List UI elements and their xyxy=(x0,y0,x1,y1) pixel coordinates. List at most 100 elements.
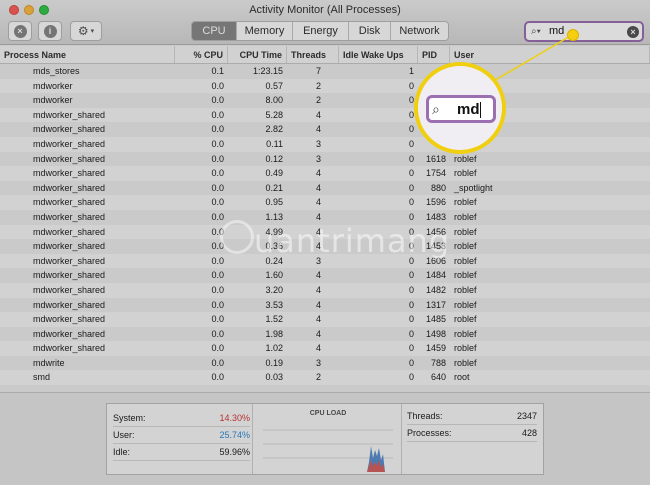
cell-idle-wake-ups: 0 xyxy=(408,182,414,193)
stat-threads-value: 2347 xyxy=(516,411,537,421)
cell-cpu-time: 5.28 xyxy=(265,109,283,120)
cell-cpu: 0.0 xyxy=(211,182,224,193)
callout-dot xyxy=(567,29,579,41)
cell-user: roblef xyxy=(454,270,477,281)
inspect-process-button[interactable]: i xyxy=(38,21,62,41)
cell-threads: 4 xyxy=(315,211,321,222)
cell-cpu: 0.0 xyxy=(211,109,224,120)
table-row[interactable]: mdworker_shared 0.0 1.13 4 0 1483 roblef xyxy=(0,209,650,225)
search-input[interactable]: md xyxy=(549,25,564,37)
thread-process-counts: Threads: 2347 Processes: 428 xyxy=(407,408,537,442)
cell-threads: 2 xyxy=(315,372,321,383)
cell-cpu-time: 2.82 xyxy=(265,124,283,135)
cell-user: _spotlight xyxy=(454,182,493,193)
cell-idle-wake-ups: 0 xyxy=(408,328,414,339)
table-row[interactable]: mdworker 0.0 8.00 2 0 xyxy=(0,93,650,108)
cell-cpu-time: 1:23.15 xyxy=(252,66,283,76)
cell-pid: 880 xyxy=(430,182,446,193)
table-row[interactable]: mdworker_shared 0.0 4.99 4 0 1456 roblef xyxy=(0,224,650,240)
column-header-process-name[interactable]: Process Name xyxy=(0,46,175,63)
table-row[interactable]: mdworker_shared 0.0 0.95 4 0 1596 roblef xyxy=(0,195,650,210)
cell-threads: 4 xyxy=(315,314,321,325)
cell-idle-wake-ups: 0 xyxy=(408,343,414,354)
process-table: Process Name % CPU CPU Time Threads Idle… xyxy=(0,46,650,386)
cell-user: roblef xyxy=(454,153,477,164)
cell-user: roblef xyxy=(454,357,477,368)
cell-user: roblef xyxy=(454,211,477,222)
table-row[interactable]: mdworker_shared 0.0 0.49 4 0 1754 roblef xyxy=(0,166,650,181)
cell-cpu-time: 0.03 xyxy=(265,372,283,383)
table-row[interactable]: mdworker_shared 0.0 0.36 4 0 1453 roblef xyxy=(0,239,650,254)
cell-cpu-time: 1.02 xyxy=(265,343,283,354)
table-body: mds_stores 0.1 1:23.15 7 1 mdworker 0.0 0.57 2 0 m… xyxy=(0,64,650,386)
cell-cpu-time: 0.19 xyxy=(265,357,283,368)
magnified-search-text: md xyxy=(457,101,480,118)
table-row[interactable]: mdworker_shared 0.0 5.28 4 0 xyxy=(0,107,650,123)
cell-idle-wake-ups: 0 xyxy=(408,299,414,310)
column-header-cpu[interactable]: % CPU xyxy=(175,46,228,63)
cell-process-name: mdwrite xyxy=(33,357,65,368)
table-row[interactable]: mdworker_shared 0.0 0.12 3 0 1618 roblef xyxy=(0,151,650,167)
cell-process-name: mdworker_shared xyxy=(33,314,106,325)
cell-process-name: mdworker_shared xyxy=(33,197,106,208)
stat-threads-label: Threads: xyxy=(407,411,443,421)
cell-user: roblef xyxy=(454,299,477,310)
column-header-cpu-time[interactable]: CPU Time xyxy=(228,46,287,63)
cell-pid: 1483 xyxy=(425,211,446,222)
cell-idle-wake-ups: 0 xyxy=(408,124,414,135)
cell-threads: 3 xyxy=(315,357,321,368)
clear-search-icon[interactable]: × xyxy=(627,26,639,38)
table-row[interactable]: mdworker_shared 0.0 1.60 4 0 1484 roblef xyxy=(0,268,650,283)
tab-memory[interactable]: Memory xyxy=(237,22,293,40)
action-menu-button[interactable]: ⚙ ▾ xyxy=(70,21,102,41)
cell-cpu: 0.0 xyxy=(211,372,224,383)
tab-network[interactable]: Network xyxy=(391,22,448,40)
cell-idle-wake-ups: 0 xyxy=(408,109,414,120)
table-row[interactable]: mdworker_shared 0.0 1.98 4 0 1498 roblef xyxy=(0,326,650,342)
search-field[interactable]: ⌕▾ md × xyxy=(524,21,644,42)
stat-processes-value: 428 xyxy=(521,428,537,438)
cell-cpu: 0.0 xyxy=(211,314,224,325)
cell-idle-wake-ups: 0 xyxy=(408,168,414,179)
column-header-user[interactable]: User xyxy=(450,46,650,63)
table-row[interactable]: mds_stores 0.1 1:23.15 7 1 xyxy=(0,64,650,79)
table-header: Process Name % CPU CPU Time Threads Idle… xyxy=(0,46,650,64)
cell-pid: 1456 xyxy=(425,226,446,237)
table-row[interactable]: mdworker_shared 0.0 3.20 4 0 1482 roblef xyxy=(0,282,650,298)
table-row[interactable]: mdworker 0.0 0.57 2 0 xyxy=(0,78,650,94)
cell-cpu: 0.0 xyxy=(211,211,224,222)
table-row[interactable]: mdworker_shared 0.0 0.11 3 0 xyxy=(0,136,650,152)
quit-process-button[interactable]: × xyxy=(8,21,32,41)
table-row[interactable]: mdworker_shared 0.0 0.21 4 0 880 _spotlight xyxy=(0,180,650,196)
table-row[interactable]: mdworker_shared 0.0 2.82 4 0 xyxy=(0,122,650,137)
cell-process-name: mdworker xyxy=(33,95,73,106)
watermark-logo xyxy=(220,220,254,254)
cell-idle-wake-ups: 1 xyxy=(408,66,414,76)
cell-threads: 3 xyxy=(315,138,321,149)
cell-threads: 4 xyxy=(315,241,321,252)
column-header-idle-wake-ups[interactable]: Idle Wake Ups xyxy=(339,46,418,63)
tab-disk[interactable]: Disk xyxy=(349,22,391,40)
table-row[interactable]: mdworker_shared 0.0 0.24 3 0 1606 roblef xyxy=(0,253,650,269)
cell-pid: 1618 xyxy=(425,153,446,164)
column-header-pid[interactable]: PID xyxy=(418,46,450,63)
cell-cpu: 0.0 xyxy=(211,95,224,106)
cell-threads: 4 xyxy=(315,168,321,179)
cell-user: roblef xyxy=(454,241,477,252)
table-row[interactable]: smd 0.0 0.03 2 0 640 root xyxy=(0,370,650,386)
stat-system: System: 14.30% xyxy=(113,410,250,427)
tab-energy[interactable]: Energy xyxy=(293,22,349,40)
cell-pid: 788 xyxy=(430,357,446,368)
cell-cpu-time: 3.53 xyxy=(265,299,283,310)
table-row[interactable]: mdworker_shared 0.0 1.52 4 0 1485 roblef xyxy=(0,312,650,327)
cell-pid: 1459 xyxy=(425,343,446,354)
tab-cpu[interactable]: CPU xyxy=(192,22,237,40)
table-row[interactable]: mdworker_shared 0.0 1.02 4 0 1459 roblef xyxy=(0,341,650,356)
table-row[interactable]: mdwrite 0.0 0.19 3 0 788 roblef xyxy=(0,355,650,371)
cell-threads: 4 xyxy=(315,197,321,208)
column-header-threads[interactable]: Threads xyxy=(287,46,339,63)
table-row[interactable]: mdworker_shared 0.0 3.53 4 0 1317 roblef xyxy=(0,297,650,313)
cell-process-name: mdworker_shared xyxy=(33,226,106,237)
cell-cpu: 0.0 xyxy=(211,168,224,179)
cell-process-name: mdworker_shared xyxy=(33,343,106,354)
